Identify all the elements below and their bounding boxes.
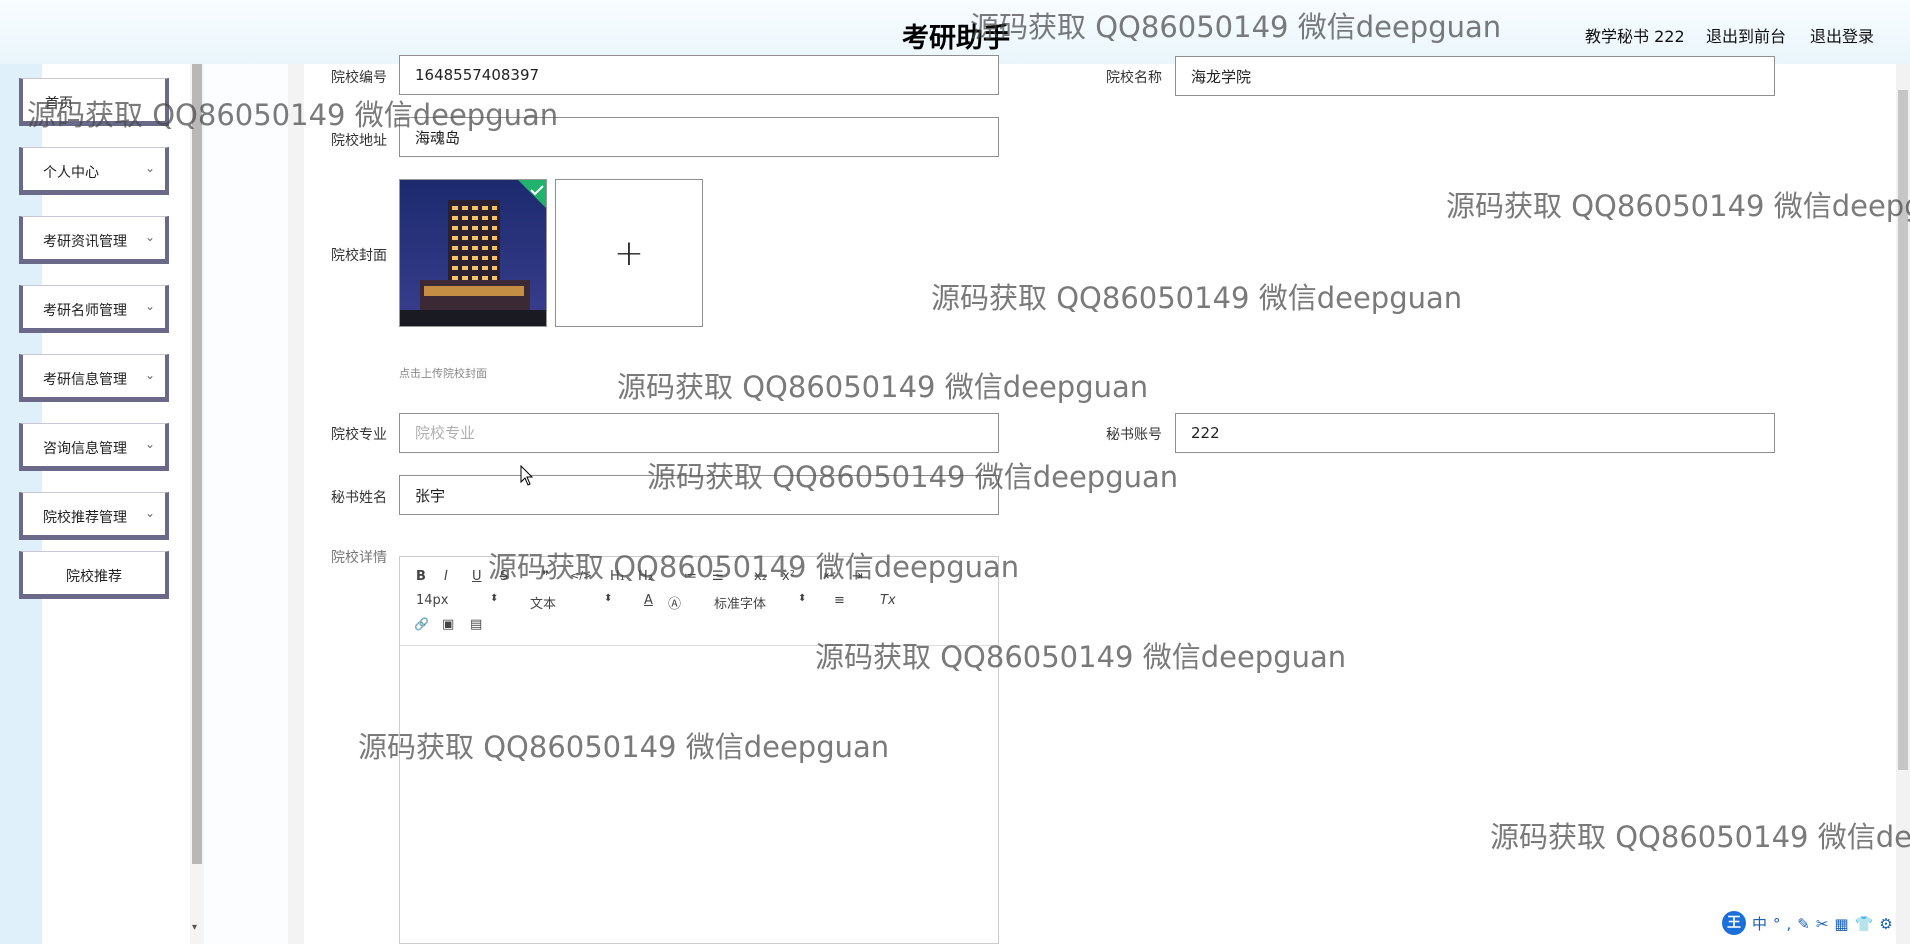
ime-logo-icon: 王 [1722,911,1746,935]
watermark: 源码获取 QQ86050149 微信deepguan [1490,820,1910,854]
underline-button[interactable]: U [472,569,482,584]
sidebar-scroll-thumb[interactable] [192,64,202,864]
sidebar-item-label: 个人中心 [43,165,99,181]
sidebar-item-label: 院校推荐管理 [43,510,127,526]
content-margin [204,64,288,944]
sidebar-item-label: 咨询信息管理 [43,441,127,457]
sidebar-item-label: 考研名师管理 [43,303,127,319]
mouse-cursor-icon [520,465,534,486]
exit-to-front-link[interactable]: 退出到前台 [1706,23,1786,47]
font-family-arrows-icon: ⬍ [798,593,807,604]
chevron-down-icon: ⌄ [144,368,155,382]
sidebar-item-recommend-management[interactable]: 院校推荐管理 ⌄ [19,492,169,540]
ime-toolbar[interactable]: 王 中°,✎✂▦👕⚙ [1722,908,1910,940]
font-family-select[interactable]: 标准字体 [714,593,766,612]
chevron-down-icon: ⌄ [144,506,155,520]
font-color-button[interactable]: A [644,593,653,608]
sidebar-item-label: 院校推荐 [66,569,122,585]
secretary-account-label: 秘书账号 [1106,427,1162,443]
building-photo [400,180,546,326]
school-name-input[interactable] [1175,56,1775,96]
watermark: 源码获取 QQ86050149 微信deepguan [647,460,1179,494]
watermark: 源码获取 QQ86050149 微信deepguan [27,98,559,132]
scroll-down-arrow-icon[interactable]: ▾ [192,922,197,933]
font-size-arrows-icon: ⬍ [490,593,499,604]
school-no-label: 院校编号 [331,70,387,86]
secretary-name-label: 秘书姓名 [331,490,387,506]
video-icon[interactable]: ▤ [470,617,482,632]
secretary-account-input[interactable] [1175,413,1775,453]
sidebar-item-info-management[interactable]: 考研信息管理 ⌄ [19,354,169,402]
watermark: 源码获取 QQ86050149 微信deepguan [970,10,1502,44]
sidebar-item-teacher-management[interactable]: 考研名师管理 ⌄ [19,285,169,333]
major-label: 院校专业 [331,427,387,443]
watermark: 源码获取 QQ86050149 微信deepguan [1446,189,1910,223]
chevron-down-icon: ⌄ [144,230,155,244]
details-label: 院校详情 [331,550,387,566]
font-size-select[interactable]: 14px [416,593,449,608]
link-icon[interactable]: 🔗 [414,617,429,631]
sidebar: 首页 个人中心 ⌄ 考研资讯管理 ⌄ 考研名师管理 ⌄ 考研信息管理 ⌄ 咨询信… [19,64,190,944]
ime-tool-icons[interactable]: 中°,✎✂▦👕⚙ [1752,913,1899,934]
align-button[interactable]: ≡ [834,593,845,608]
image-icon[interactable]: ▣ [442,617,454,632]
cover-upload-button[interactable]: + [555,179,703,327]
clear-format-button[interactable]: Tx [880,593,896,608]
background-color-button[interactable]: Ⓐ [668,593,681,612]
sidebar-item-label: 考研信息管理 [43,372,127,388]
watermark: 源码获取 QQ86050149 微信deepguan [358,730,890,764]
sidebar-item-personal-center[interactable]: 个人中心 ⌄ [19,147,169,195]
watermark: 源码获取 QQ86050149 微信deepguan [815,640,1347,674]
sidebar-item-school-recommend[interactable]: 院校推荐 [19,551,169,599]
user-label: 教学秘书 222 [1585,27,1685,46]
school-name-label: 院校名称 [1106,70,1162,86]
italic-button[interactable]: I [444,569,448,584]
major-input[interactable] [399,413,999,453]
text-style-select[interactable]: 文本 [530,593,556,612]
chevron-down-icon: ⌄ [144,161,155,175]
sidebar-item-consult-management[interactable]: 咨询信息管理 ⌄ [19,423,169,471]
sidebar-item-label: 考研资讯管理 [43,234,127,250]
logout-link[interactable]: 退出登录 [1810,23,1874,47]
text-style-arrows-icon: ⬍ [604,593,613,604]
bold-button[interactable]: B [416,569,426,584]
chevron-down-icon: ⌄ [144,299,155,313]
cover-upload-tip: 点击上传院校封面 [399,367,487,380]
content-margin-edge [288,64,304,944]
watermark: 源码获取 QQ86050149 微信deepguan [488,550,1020,584]
watermark: 源码获取 QQ86050149 微信deepguan [617,370,1149,404]
watermark: 源码获取 QQ86050149 微信deepguan [931,281,1463,315]
sidebar-item-news-management[interactable]: 考研资讯管理 ⌄ [19,216,169,264]
chevron-down-icon: ⌄ [144,437,155,451]
school-no-input[interactable] [399,55,999,95]
cover-image[interactable] [399,179,547,327]
cover-label: 院校封面 [331,248,387,264]
